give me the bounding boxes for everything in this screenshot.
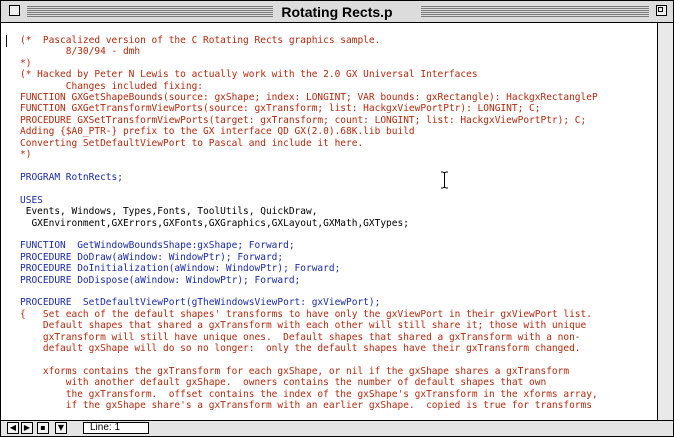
code-line: gxTransform will still have unique ones.… (20, 331, 581, 343)
text-insertion-caret (6, 35, 7, 47)
code-line: Changes included fixing: (20, 80, 204, 92)
scroll-down-icon[interactable]: ▼ (55, 422, 67, 434)
code-line: Default shapes that shared a gxTransform… (20, 320, 587, 332)
code-line: 8/30/94 - dmh (20, 46, 141, 58)
code-line: Converting SetDefaultViewPort to Pascal … (20, 137, 364, 149)
code-line: FUNCTION GetWindowBoundsShape:gxShape; F… (20, 240, 295, 252)
code-line: *) (20, 57, 32, 69)
editor-window: Rotating Rects.p (* Pascalized version o… (0, 0, 674, 437)
code-line: PROGRAM RotnRects; (20, 171, 123, 183)
title-bar[interactable]: Rotating Rects.p (1, 1, 673, 23)
title-stripes-left (27, 6, 283, 17)
scroll-page-icon[interactable]: ▪ (37, 422, 49, 434)
code-line: FUNCTION GXGetTransformViewPorts(source:… (20, 103, 541, 115)
code-line: PROCEDURE DoDraw(aWindow: WindowPtr); Fo… (20, 251, 284, 263)
code-line: { Set each of the default shapes' transf… (20, 308, 592, 320)
code-line: default gxShape will do so no longer: on… (20, 342, 581, 354)
code-line: xforms contains the gxTransform for each… (20, 365, 570, 377)
code-line: Adding {$A0_PTR-} prefix to the GX inter… (20, 126, 415, 138)
code-line: *) (20, 149, 32, 161)
vertical-scrollbar[interactable] (657, 23, 673, 420)
ibeam-cursor-icon (441, 171, 448, 189)
code-line: GXEnvironment,GXErrors,GXFonts,GXGraphic… (20, 217, 409, 229)
code-line: if the gxShape share's a gxTransform wit… (20, 400, 592, 411)
code-line: the gxTransform. offset contains the ind… (20, 388, 598, 400)
code-line: PROCEDURE GXSetTransformViewPorts(target… (20, 114, 587, 126)
source-code[interactable]: (* Pascalized version of the C Rotating … (20, 35, 657, 411)
status-scroll-bar: ◀ ▶ ▪ ▼ Line: 1 (1, 420, 673, 436)
code-line: with another default gxShape. owners con… (20, 377, 547, 389)
code-line: PROCEDURE DoInitialization(aWindow: Wind… (20, 263, 341, 275)
line-number-box[interactable]: Line: 1 (83, 422, 149, 434)
code-line: (* Pascalized version of the C Rotating … (20, 35, 381, 46)
title-stripes-right (421, 6, 649, 17)
code-line: FUNCTION GXGetShapeBounds(source: gxShap… (20, 92, 598, 104)
code-line: Events, Windows, Types,Fonts, ToolUtils,… (20, 206, 318, 218)
code-line: PROCEDURE SetDefaultViewPort(gTheWindows… (20, 297, 381, 309)
code-line: USES (20, 194, 43, 206)
window-title: Rotating Rects.p (273, 3, 401, 20)
close-box-icon[interactable] (9, 5, 20, 16)
code-line: (* Hacked by Peter N Lewis to actually w… (20, 69, 478, 81)
zoom-box-icon[interactable] (656, 5, 667, 16)
scroll-right-arrow-icon[interactable]: ▶ (21, 422, 33, 434)
code-editor-area[interactable]: (* Pascalized version of the C Rotating … (2, 23, 657, 420)
scroll-left-arrow-icon[interactable]: ◀ (7, 422, 19, 434)
code-line: PROCEDURE DoDispose(aWindow: WindowPtr);… (20, 274, 301, 286)
